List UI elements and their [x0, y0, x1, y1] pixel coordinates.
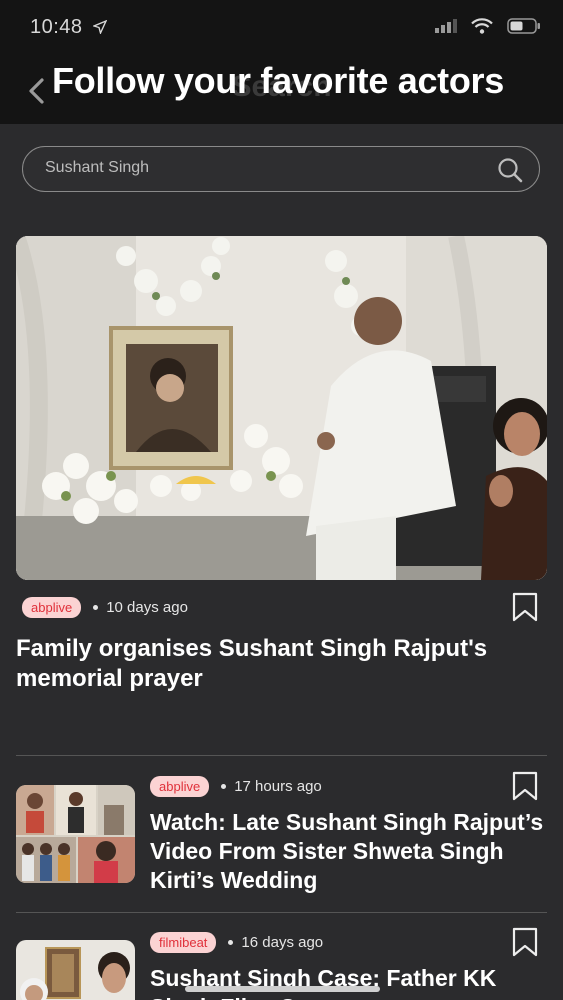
- memorial-photo: [16, 236, 547, 580]
- status-bar: 10:48: [0, 0, 563, 56]
- separator-dot: [221, 784, 227, 789]
- status-time: 10:48: [30, 16, 108, 39]
- wedding-collage-image: [16, 785, 135, 883]
- article-thumbnail[interactable]: [16, 940, 135, 1000]
- search-input[interactable]: Sushant Singh: [22, 146, 540, 192]
- divider: [16, 912, 547, 913]
- divider: [16, 755, 547, 756]
- source-badge[interactable]: filmibeat: [150, 932, 217, 953]
- battery-icon: [507, 18, 540, 34]
- article-time: 10 days ago: [106, 599, 188, 616]
- source-badge[interactable]: abplive: [22, 597, 82, 618]
- search-area: Sushant Singh: [0, 124, 563, 214]
- bookmark-icon[interactable]: [512, 592, 538, 622]
- article-meta: abplive 17 hours ago: [150, 776, 322, 797]
- home-indicator[interactable]: [185, 986, 380, 992]
- search-input-value: Sushant Singh: [45, 159, 150, 176]
- article-meta: filmibeat 16 days ago: [150, 932, 323, 953]
- article-title[interactable]: Watch: Late Sushant Singh Rajput’s Video…: [150, 808, 550, 895]
- header: Search Follow your favorite actors: [0, 56, 563, 124]
- article-title[interactable]: Sushant Singh Case: Father KK Singh File…: [150, 964, 550, 1000]
- article-hero-image[interactable]: [16, 236, 547, 580]
- article-time: 16 days ago: [241, 934, 324, 951]
- status-time-text: 10:48: [30, 16, 83, 38]
- source-badge[interactable]: abplive: [150, 776, 210, 797]
- article-time: 17 hours ago: [234, 778, 322, 795]
- bookmark-icon[interactable]: [512, 771, 538, 801]
- search-icon[interactable]: [495, 155, 525, 185]
- separator-dot: [228, 940, 234, 945]
- article-meta: abplive 10 days ago: [22, 597, 188, 618]
- signal-icon: [435, 19, 457, 33]
- location-arrow-icon: [91, 19, 108, 36]
- father-portrait-image: [16, 940, 135, 1000]
- separator-dot: [93, 605, 99, 610]
- article-thumbnail[interactable]: [16, 785, 135, 883]
- article-title[interactable]: Family organises Sushant Singh Rajput's …: [16, 634, 536, 694]
- overlay-caption: Follow your favorite actors: [52, 60, 504, 101]
- back-chevron-icon[interactable]: [22, 74, 50, 108]
- wifi-icon: [471, 18, 493, 34]
- bookmark-icon[interactable]: [512, 927, 538, 957]
- status-icons: [435, 18, 541, 34]
